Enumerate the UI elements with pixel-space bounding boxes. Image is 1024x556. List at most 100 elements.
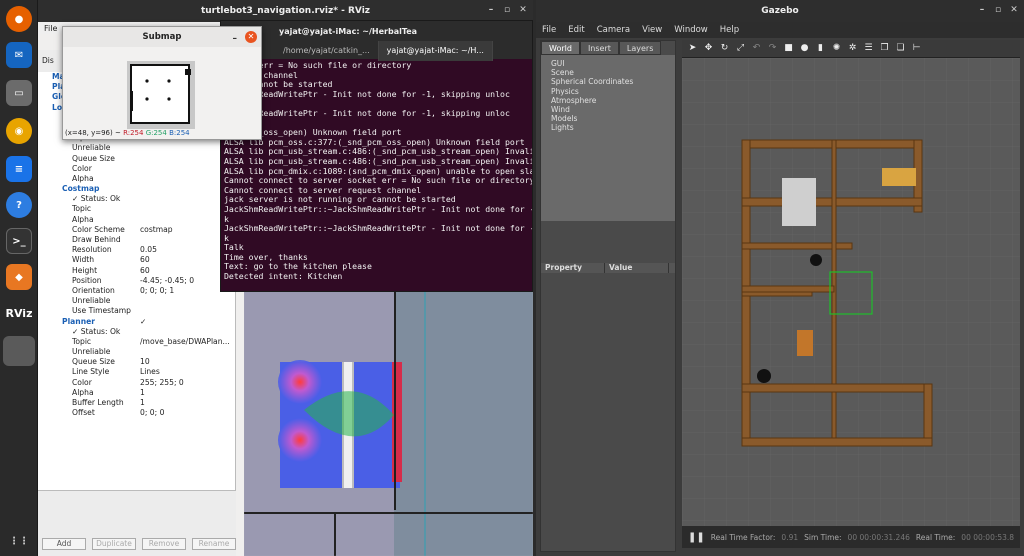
remove-button[interactable]: Remove — [142, 538, 186, 550]
world-tree: GUI Scene Spherical Coordinates Physics Atmo… — [541, 55, 675, 221]
display-row[interactable]: Alpha 1 — [42, 388, 235, 398]
tab-insert[interactable]: Insert — [579, 41, 619, 55]
undo-icon[interactable]: ↶ — [751, 43, 762, 54]
gazebo-menu-item[interactable]: Edit — [568, 25, 584, 35]
pause-icon[interactable]: ❚❚ — [688, 532, 705, 543]
files-icon[interactable]: ▭ — [6, 80, 32, 106]
display-row[interactable]: Line Style Lines — [42, 367, 235, 377]
display-row[interactable]: Color 255; 255; 0 — [42, 378, 235, 388]
submap-image[interactable] — [127, 61, 195, 129]
display-row[interactable]: Unreliable — [42, 143, 235, 153]
display-row[interactable]: Unreliable — [42, 296, 235, 306]
display-row[interactable]: Buffer Length 1 — [42, 398, 235, 408]
world-tree-item[interactable]: Models — [551, 114, 665, 123]
display-row[interactable]: Alpha — [42, 174, 235, 184]
close-icon[interactable]: ✕ — [517, 4, 529, 16]
gazebo-menu-item[interactable]: Help — [720, 25, 739, 35]
world-tree-item[interactable]: Spherical Coordinates — [551, 77, 665, 86]
paste-icon[interactable]: ❏ — [895, 43, 906, 54]
dirlight-icon[interactable]: ☰ — [863, 43, 874, 54]
display-row[interactable]: ✓ Status: Ok — [42, 327, 235, 337]
help-icon[interactable]: ? — [6, 192, 32, 218]
gazebo-menu-item[interactable]: View — [642, 25, 662, 35]
display-row[interactable]: Costmap — [42, 184, 235, 194]
terminal-tab-1[interactable]: /home/yajat/catkin_... — [275, 41, 379, 61]
menu-file[interactable]: File — [44, 24, 57, 33]
firefox-icon[interactable]: ● — [6, 6, 32, 32]
world-tree-item[interactable]: Wind — [551, 105, 665, 114]
duplicate-button[interactable]: Duplicate — [92, 538, 136, 550]
display-row[interactable]: Queue Size — [42, 154, 235, 164]
submap-map-visual — [130, 64, 191, 124]
rhythmbox-icon[interactable]: ◉ — [6, 118, 32, 144]
terminal-icon[interactable]: >_ — [6, 228, 32, 254]
scale-icon[interactable]: ⤢ — [735, 43, 746, 54]
house-model-visual — [682, 58, 1020, 526]
select-icon[interactable]: ➤ — [687, 43, 698, 54]
translate-icon[interactable]: ✥ — [703, 43, 714, 54]
spotlight-icon[interactable]: ✲ — [847, 43, 858, 54]
gazebo-dock-icon[interactable] — [3, 336, 35, 366]
display-row[interactable]: Offset 0; 0; 0 — [42, 408, 235, 418]
box-icon[interactable]: ■ — [783, 43, 794, 54]
terminal-tab-2[interactable]: yajat@yajat-iMac: ~/H... — [378, 41, 493, 61]
cylinder-icon[interactable]: ▮ — [815, 43, 826, 54]
display-row[interactable]: Height 60 — [42, 266, 235, 276]
redo-icon[interactable]: ↷ — [767, 43, 778, 54]
gazebo-menu-item[interactable]: Camera — [597, 25, 630, 35]
display-row[interactable]: ✓ Status: Ok — [42, 194, 235, 204]
terminal-output[interactable]: socket err = No such file or directoryre… — [221, 59, 532, 311]
property-col: Property — [541, 263, 605, 273]
align-icon[interactable]: ⊢ — [911, 43, 922, 54]
add-button[interactable]: Add — [42, 538, 86, 550]
minimize-icon[interactable]: – — [485, 4, 497, 16]
world-tree-item[interactable]: Lights — [551, 123, 665, 132]
display-row[interactable]: Orientation 0; 0; 0; 1 — [42, 286, 235, 296]
world-tree-item[interactable]: Scene — [551, 68, 665, 77]
display-row[interactable]: Topic/move_base/DWAPlan... — [42, 337, 235, 347]
maximize-icon[interactable]: ▫ — [992, 4, 1004, 16]
display-row-key: Alpha — [72, 214, 94, 224]
display-row[interactable]: Use Timestamp — [42, 306, 235, 316]
layers-icon[interactable]: ◆ — [6, 264, 32, 290]
world-tree-item[interactable]: GUI — [551, 59, 665, 68]
display-row[interactable]: Resolution 0.05 — [42, 245, 235, 255]
display-row[interactable]: Position -4.45; -0.45; 0 — [42, 276, 235, 286]
display-row[interactable]: Width 60 — [42, 255, 235, 265]
display-row-value: 1 — [140, 387, 145, 397]
display-row[interactable]: Planner ✓ — [42, 317, 235, 327]
maximize-icon[interactable]: ▫ — [501, 4, 513, 16]
display-row[interactable]: Draw Behind — [42, 235, 235, 245]
rename-button[interactable]: Rename — [192, 538, 236, 550]
display-row[interactable]: Queue Size 10 — [42, 357, 235, 367]
thunderbird-icon[interactable]: ✉ — [6, 42, 32, 68]
display-row[interactable]: Alpha — [42, 215, 235, 225]
display-row[interactable]: Color — [42, 164, 235, 174]
pointlight-icon[interactable]: ✺ — [831, 43, 842, 54]
tab-layers[interactable]: Layers — [618, 41, 662, 55]
rviz-3d-view[interactable] — [244, 290, 533, 556]
tab-world[interactable]: World — [541, 41, 580, 55]
minimize-icon[interactable]: – — [976, 4, 988, 16]
gazebo-menu-item[interactable]: Window — [674, 25, 708, 35]
close-icon[interactable]: ✕ — [245, 31, 257, 43]
display-row-key: Color — [72, 163, 92, 173]
close-icon[interactable]: ✕ — [1008, 4, 1020, 16]
display-row-value: 60 — [140, 265, 150, 275]
display-row[interactable]: Color Scheme costmap — [42, 225, 235, 235]
world-tree-item[interactable]: Physics — [551, 87, 665, 96]
sphere-icon[interactable]: ● — [799, 43, 810, 54]
writer-icon[interactable]: ≡ — [6, 156, 32, 182]
display-row-key: Offset — [72, 408, 95, 418]
world-tree-item[interactable]: Atmosphere — [551, 96, 665, 105]
display-row-key: Orientation — [72, 285, 115, 295]
display-row[interactable]: Unreliable — [42, 347, 235, 357]
gazebo-3d-scene[interactable] — [682, 58, 1020, 526]
rviz-icon[interactable]: RViz — [6, 300, 33, 326]
show-apps-icon[interactable]: ⋮⋮ — [6, 528, 32, 554]
gazebo-menu-item[interactable]: File — [542, 25, 556, 35]
rotate-icon[interactable]: ↻ — [719, 43, 730, 54]
copy-icon[interactable]: ❐ — [879, 43, 890, 54]
minimize-icon[interactable]: – — [233, 29, 238, 49]
display-row[interactable]: Topic — [42, 204, 235, 214]
